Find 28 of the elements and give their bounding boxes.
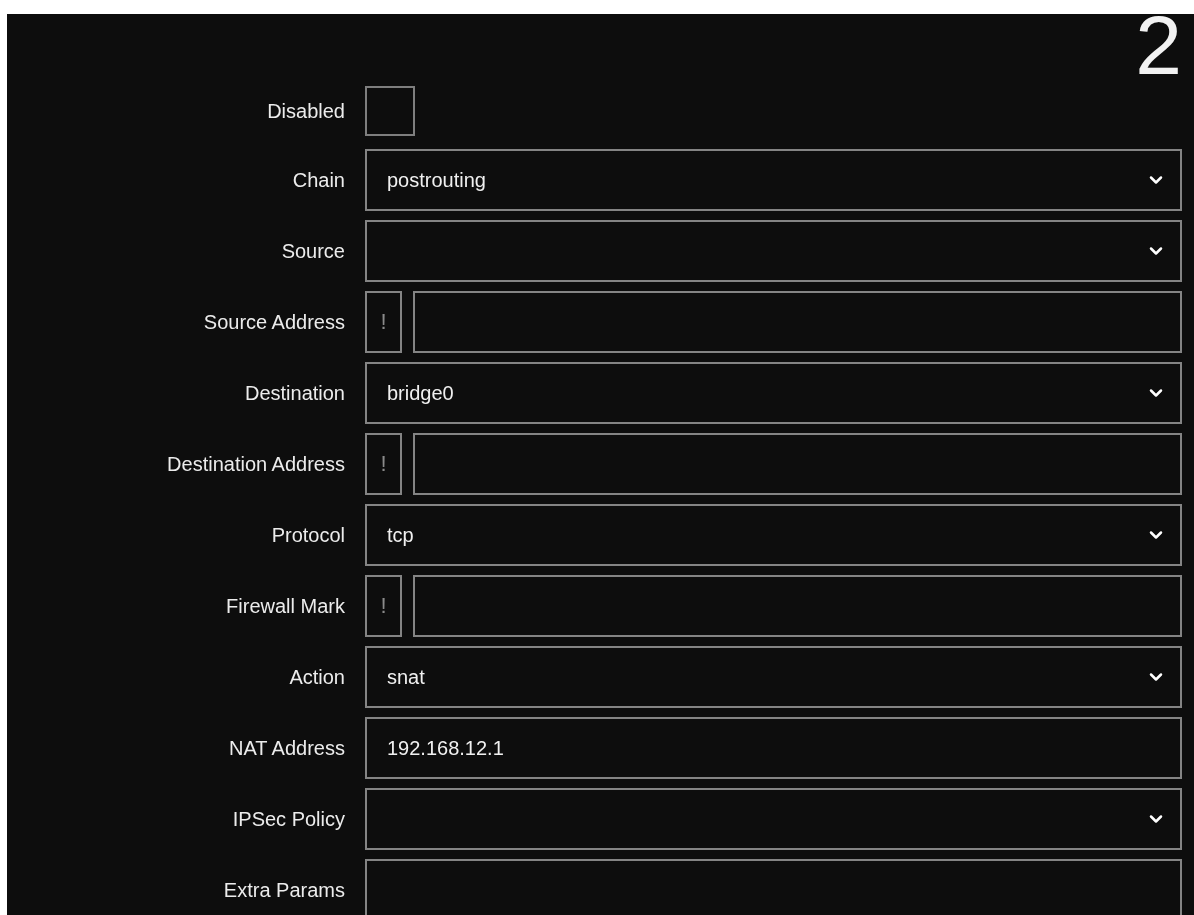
negate-toggle[interactable]: ! <box>365 291 402 353</box>
negate-toggle[interactable]: ! <box>365 575 402 637</box>
select-field[interactable]: snat <box>365 646 1182 708</box>
field-label: IPSec Policy <box>232 807 345 831</box>
field-label: Protocol <box>271 523 345 547</box>
select-field[interactable] <box>365 788 1182 850</box>
field-label: Disabled <box>267 99 345 123</box>
step-number: 2 <box>1135 14 1182 80</box>
select-field[interactable] <box>365 220 1182 282</box>
select-field[interactable]: bridge0 <box>365 362 1182 424</box>
input-field[interactable] <box>365 859 1182 915</box>
field-label: Extra Params <box>223 878 345 902</box>
field-label: NAT Address <box>229 736 345 760</box>
input-field[interactable] <box>413 575 1182 637</box>
field-label: Destination <box>244 381 345 405</box>
field-label: Firewall Mark <box>226 594 345 618</box>
input-field[interactable] <box>413 433 1182 495</box>
field-label: Chain <box>292 168 345 192</box>
field-label: Action <box>289 665 345 689</box>
field-label: Source Address <box>203 310 345 334</box>
input-field[interactable]: 192.168.12.1 <box>365 717 1182 779</box>
field-label: Destination Address <box>167 452 345 476</box>
input-field[interactable] <box>413 291 1182 353</box>
negate-toggle[interactable]: ! <box>365 433 402 495</box>
select-field[interactable]: tcp <box>365 504 1182 566</box>
checkbox[interactable] <box>365 86 415 136</box>
field-label: Source <box>281 239 345 263</box>
select-field[interactable]: postrouting <box>365 149 1182 211</box>
